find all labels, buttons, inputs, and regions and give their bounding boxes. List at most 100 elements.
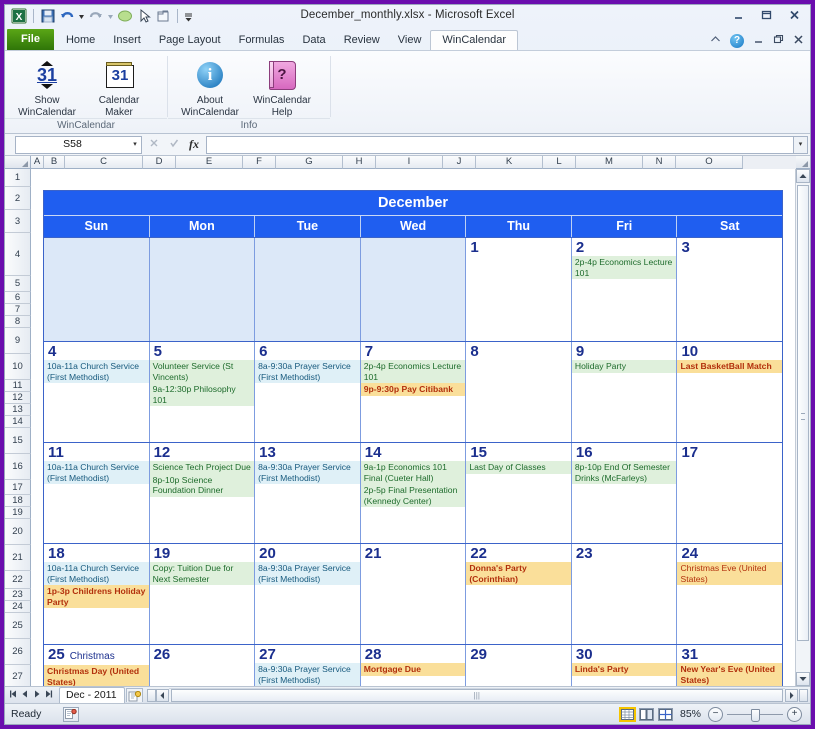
row-header-11[interactable]: 11 <box>5 380 31 392</box>
column-header-g[interactable]: G <box>276 156 343 169</box>
calendar-day-empty[interactable] <box>149 238 256 341</box>
calendar-event[interactable]: 8a-9:30a Prayer Service (First Methodist… <box>255 360 360 383</box>
scroll-left-button[interactable] <box>155 688 169 702</box>
calendar-event[interactable]: Last Day of Classes <box>466 461 571 474</box>
ribbon-tab-strip[interactable]: File Home Insert Page Layout Formulas Da… <box>5 29 810 51</box>
name-box-dropdown-icon[interactable]: ▾ <box>129 137 141 152</box>
calendar-day-10[interactable]: 10 Last BasketBall Match <box>677 342 783 442</box>
next-sheet-button[interactable] <box>32 689 42 701</box>
calendar-day-21[interactable]: 21 <box>360 544 467 644</box>
zoom-slider-thumb[interactable] <box>751 708 760 722</box>
calendar-event[interactable]: 10a-11a Church Service (First Methodist) <box>44 461 149 484</box>
minimize-window-icon[interactable] <box>753 32 764 50</box>
wincalendar-help-button[interactable]: ? WinCalendar Help <box>246 55 318 118</box>
row-header-17[interactable]: 17 <box>5 480 31 495</box>
calendar-event[interactable]: Mortgage Due <box>360 663 466 676</box>
zoom-out-button[interactable]: − <box>708 706 723 722</box>
horizontal-scroll-track[interactable]: ||| <box>168 687 785 703</box>
calendar-day-27[interactable]: 27 8a-9:30a Prayer Service (First Methodi… <box>255 645 361 686</box>
formula-input[interactable] <box>206 135 794 154</box>
calendar-day-4[interactable]: 4 10a-11a Church Service (First Methodist… <box>44 342 150 442</box>
expand-formula-bar-icon[interactable]: ▾ <box>794 135 808 154</box>
tab-page-layout[interactable]: Page Layout <box>150 31 230 50</box>
row-header-9[interactable]: 9 <box>5 328 31 354</box>
calendar-event[interactable]: 8a-9:30a Prayer Service (First Methodist… <box>255 562 360 585</box>
calendar-event[interactable]: Christmas Eve (United States) <box>677 562 783 585</box>
calendar-maker-button[interactable]: 31 Calendar Maker <box>83 55 155 118</box>
cancel-icon[interactable] <box>146 137 162 152</box>
calendar-day-6[interactable]: 6 8a-9:30a Prayer Service (First Methodis… <box>255 342 361 442</box>
calendar-event[interactable]: Holiday Party <box>571 360 677 373</box>
vertical-scroll-thumb[interactable] <box>797 185 809 641</box>
column-header-j[interactable]: J <box>443 156 476 169</box>
row-header-18[interactable]: 18 <box>5 495 31 507</box>
page-break-preview-button[interactable] <box>657 707 673 721</box>
calendar-day-empty[interactable] <box>255 238 361 341</box>
row-header-16[interactable]: 16 <box>5 454 31 480</box>
calendar-day-31[interactable]: 31 New Year's Eve (United States) <box>677 645 783 686</box>
row-header-6[interactable]: 6 <box>5 292 31 304</box>
enter-icon[interactable] <box>166 137 182 152</box>
status-right-controls[interactable]: 85% − + <box>618 706 810 722</box>
zoom-in-button[interactable]: + <box>787 706 802 722</box>
tab-split-handle[interactable] <box>146 688 156 702</box>
calendar-event[interactable]: Copy: Tuition Due for Next Semester <box>149 562 255 585</box>
tab-wincalendar[interactable]: WinCalendar <box>430 30 519 51</box>
page-layout-view-button[interactable] <box>638 707 654 721</box>
calendar-day-2[interactable]: 2 2p-4p Economics Lecture 101 <box>571 238 678 341</box>
calendar-day-16[interactable]: 16 8p-10p End Of Semester Drinks (McFarle… <box>571 443 678 543</box>
minimize-button[interactable] <box>731 8 746 22</box>
zoom-slider[interactable] <box>727 708 783 722</box>
row-header-7[interactable]: 7 <box>5 304 31 316</box>
sheet-nav-buttons[interactable] <box>5 689 57 701</box>
about-wincalendar-button[interactable]: i About WinCalendar <box>174 55 246 118</box>
column-header-c[interactable]: C <box>65 156 143 169</box>
calendar-day-5[interactable]: 5 Volunteer Service (St Vincents) 9a-12:30… <box>149 342 256 442</box>
calendar-event[interactable]: Last BasketBall Match <box>677 360 783 373</box>
horizontal-scroll-thumb[interactable]: ||| <box>170 688 783 702</box>
column-header-d[interactable]: D <box>143 156 176 169</box>
calendar-day-28[interactable]: 28 Mortgage Due <box>360 645 467 686</box>
calendar-day-1[interactable]: 1 <box>466 238 572 341</box>
calendar-event[interactable]: 2p-4p Economics Lecture 101 <box>571 256 677 279</box>
hscroll-end-handle[interactable] <box>799 688 808 702</box>
restore-window-icon[interactable] <box>773 32 784 50</box>
row-header-20[interactable]: 20 <box>5 519 31 545</box>
calendar-day-25[interactable]: 25 Christmas Christmas Day (United States)… <box>44 645 150 686</box>
column-header-o[interactable]: O <box>676 156 743 169</box>
calendar-day-30[interactable]: 30 Linda's Party <box>571 645 678 686</box>
worksheet[interactable]: December Sun Mon Tue Wed Thu Fri Sat 1 2 2p-4p E… <box>31 169 810 686</box>
row-header-24[interactable]: 24 <box>5 601 31 613</box>
calendar-event[interactable]: New Year's Eve (United States) <box>677 663 783 686</box>
calendar-day-11[interactable]: 11 10a-11a Church Service (First Methodis… <box>44 443 150 543</box>
row-header-3[interactable]: 3 <box>5 210 31 233</box>
column-header-l[interactable]: L <box>543 156 576 169</box>
column-header-a[interactable]: A <box>31 156 44 169</box>
calendar-event[interactable]: 8p-10p Science Foundation Dinner <box>149 473 255 497</box>
calendar-day-7[interactable]: 7 2p-4p Economics Lecture 101 9p-9:30p Pay… <box>360 342 467 442</box>
calendar-day-18[interactable]: 18 10a-11a Church Service (First Methodis… <box>44 544 150 644</box>
row-header-27[interactable]: 27 <box>5 665 31 686</box>
normal-view-button[interactable] <box>618 706 636 722</box>
row-header-19[interactable]: 19 <box>5 507 31 519</box>
row-header-5[interactable]: 5 <box>5 276 31 292</box>
restore-button[interactable] <box>759 8 774 22</box>
column-header-n[interactable]: N <box>643 156 676 169</box>
calendar-day-15[interactable]: 15 Last Day of Classes <box>466 443 572 543</box>
row-header-8[interactable]: 8 <box>5 316 31 328</box>
tab-data[interactable]: Data <box>293 31 334 50</box>
vertical-scrollbar[interactable] <box>795 169 810 686</box>
row-header-25[interactable]: 25 <box>5 613 31 639</box>
column-header-h[interactable]: H <box>343 156 376 169</box>
column-header-m[interactable]: M <box>576 156 643 169</box>
help-icon[interactable]: ? <box>730 34 744 48</box>
column-header-e[interactable]: E <box>176 156 243 169</box>
row-header-1[interactable]: 1 <box>5 169 31 187</box>
calendar-day-14[interactable]: 14 9a-1p Economics 101 Final (Cueter Hall… <box>360 443 467 543</box>
zoom-level-label[interactable]: 85% <box>677 708 704 720</box>
calendar-event[interactable]: 9a-12:30p Philosophy 101 <box>149 383 255 406</box>
calendar-day-19[interactable]: 19 Copy: Tuition Due for Next Semester <box>149 544 256 644</box>
calendar-event[interactable]: 2p-5p Final Presentation (Kennedy Center… <box>360 484 466 507</box>
tab-insert[interactable]: Insert <box>104 31 150 50</box>
tab-file[interactable]: File <box>7 29 54 50</box>
